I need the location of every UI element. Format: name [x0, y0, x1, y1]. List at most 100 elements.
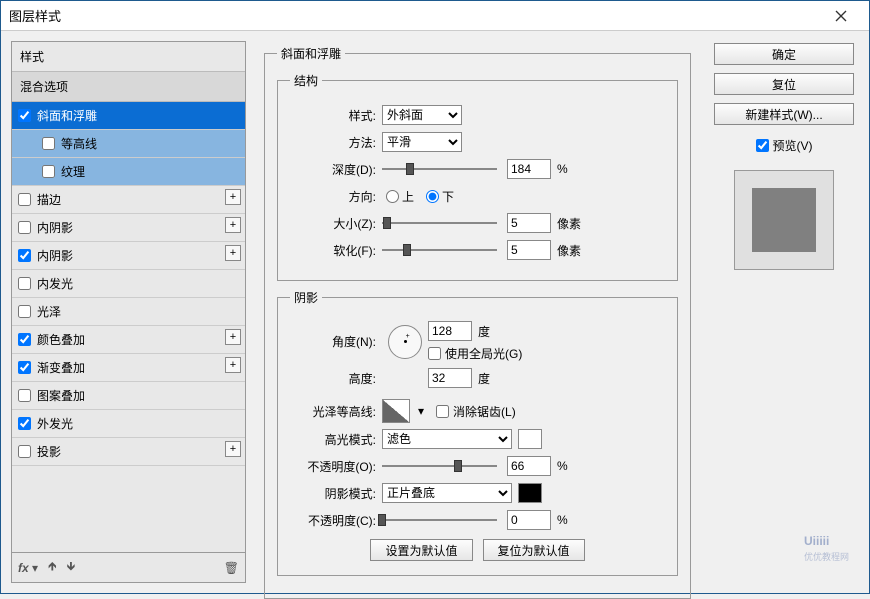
add-effect-button[interactable]: +: [225, 441, 241, 457]
opacity2-label: 不透明度(C):: [290, 512, 382, 529]
style-item-label: 渐变叠加: [37, 359, 85, 376]
anti-alias-checkbox[interactable]: 消除锯齿(L): [436, 403, 516, 420]
add-effect-button[interactable]: +: [225, 245, 241, 261]
style-checkbox[interactable]: [18, 305, 31, 318]
style-item-6[interactable]: 内发光: [12, 270, 245, 298]
down-arrow-icon[interactable]: 🡻: [67, 557, 76, 578]
altitude-unit: 度: [478, 370, 490, 387]
shading-group: 阴影 角度(N): + 度 使用全局光(G) 高度:: [277, 289, 678, 576]
style-item-8[interactable]: 颜色叠加 +: [12, 326, 245, 354]
style-item-label: 描边: [37, 191, 61, 208]
style-item-label: 外发光: [37, 415, 73, 432]
close-button[interactable]: [821, 1, 861, 31]
style-item-4[interactable]: 内阴影+: [12, 214, 245, 242]
style-item-label: 颜色叠加: [37, 331, 85, 348]
opacity1-slider[interactable]: [382, 457, 497, 475]
style-item-2[interactable]: 纹理: [12, 158, 245, 186]
depth-input[interactable]: [507, 159, 551, 179]
up-arrow-icon[interactable]: 🡹: [48, 557, 57, 578]
opacity2-unit: %: [557, 513, 568, 527]
preview-box: [734, 170, 834, 270]
shadow-mode-label: 阴影模式:: [290, 485, 382, 502]
style-item-3[interactable]: 描边 +: [12, 186, 245, 214]
direction-up-radio[interactable]: 上: [386, 188, 414, 205]
shading-legend: 阴影: [290, 289, 322, 306]
ok-button[interactable]: 确定: [714, 43, 854, 65]
highlight-color-swatch[interactable]: [518, 429, 542, 449]
soften-label: 软化(F):: [290, 242, 382, 259]
new-style-button[interactable]: 新建样式(W)...: [714, 103, 854, 125]
trash-icon[interactable]: 🗑: [224, 561, 239, 575]
gloss-contour-picker[interactable]: [382, 399, 410, 423]
angle-unit: 度: [478, 323, 490, 340]
opacity1-unit: %: [557, 459, 568, 473]
blend-options-header[interactable]: 混合选项: [12, 72, 245, 102]
style-checkbox[interactable]: [18, 417, 31, 430]
style-item-label: 内阴影: [37, 247, 73, 264]
opacity1-input[interactable]: [507, 456, 551, 476]
style-checkbox[interactable]: [42, 165, 55, 178]
style-item-12[interactable]: 投影+: [12, 438, 245, 466]
opacity1-label: 不透明度(O):: [290, 458, 382, 475]
styles-panel: 样式 混合选项 斜面和浮雕等高线纹理描边+内阴影+内阴影+内发光光泽颜色叠加+渐…: [11, 41, 246, 583]
shadow-color-swatch[interactable]: [518, 483, 542, 503]
size-input[interactable]: [507, 213, 551, 233]
add-effect-button[interactable]: +: [225, 217, 241, 233]
size-unit: 像素: [557, 215, 581, 232]
cancel-button[interactable]: 复位: [714, 73, 854, 95]
style-label: 样式:: [290, 107, 382, 124]
altitude-label: 高度:: [290, 370, 382, 387]
close-icon: [835, 10, 847, 22]
preview-checkbox[interactable]: 预览(V): [756, 137, 813, 154]
make-default-button[interactable]: 设置为默认值: [370, 539, 472, 561]
add-effect-button[interactable]: +: [225, 357, 241, 373]
size-slider[interactable]: [382, 214, 497, 232]
style-item-10[interactable]: 图案叠加: [12, 382, 245, 410]
style-checkbox[interactable]: [18, 333, 31, 346]
fx-menu-icon[interactable]: fx ▾: [18, 561, 38, 575]
add-effect-button[interactable]: +: [225, 329, 241, 345]
style-checkbox[interactable]: [18, 445, 31, 458]
style-item-7[interactable]: 光泽: [12, 298, 245, 326]
style-checkbox[interactable]: [18, 249, 31, 262]
style-item-11[interactable]: 外发光: [12, 410, 245, 438]
depth-slider[interactable]: [382, 160, 497, 178]
style-checkbox[interactable]: [18, 193, 31, 206]
style-item-9[interactable]: 渐变叠加 +: [12, 354, 245, 382]
reset-default-button[interactable]: 复位为默认值: [483, 539, 585, 561]
style-checkbox[interactable]: [18, 361, 31, 374]
opacity2-input[interactable]: [507, 510, 551, 530]
gloss-dropdown-icon[interactable]: ▾: [418, 404, 424, 418]
soften-input[interactable]: [507, 240, 551, 260]
direction-down-radio[interactable]: 下: [426, 188, 454, 205]
style-checkbox[interactable]: [18, 389, 31, 402]
size-label: 大小(Z):: [290, 215, 382, 232]
global-light-checkbox[interactable]: 使用全局光(G): [428, 345, 522, 362]
technique-select[interactable]: 平滑: [382, 132, 462, 152]
style-item-0[interactable]: 斜面和浮雕: [12, 102, 245, 130]
gloss-contour-label: 光泽等高线:: [290, 403, 382, 420]
highlight-mode-select[interactable]: 滤色: [382, 429, 512, 449]
style-item-5[interactable]: 内阴影 +: [12, 242, 245, 270]
structure-group: 结构 样式: 外斜面 方法: 平滑 深度(D): %: [277, 72, 678, 281]
style-item-label: 光泽: [37, 303, 61, 320]
add-effect-button[interactable]: +: [225, 189, 241, 205]
bevel-group: 斜面和浮雕 结构 样式: 外斜面 方法: 平滑 深度(D):: [264, 45, 691, 599]
shadow-mode-select[interactable]: 正片叠底: [382, 483, 512, 503]
soften-slider[interactable]: [382, 241, 497, 259]
style-checkbox[interactable]: [42, 137, 55, 150]
angle-dial[interactable]: +: [388, 325, 422, 359]
altitude-input[interactable]: [428, 368, 472, 388]
soften-unit: 像素: [557, 242, 581, 259]
angle-input[interactable]: [428, 321, 472, 341]
opacity2-slider[interactable]: [382, 511, 497, 529]
style-checkbox[interactable]: [18, 221, 31, 234]
style-checkbox[interactable]: [18, 109, 31, 122]
style-checkbox[interactable]: [18, 277, 31, 290]
structure-legend: 结构: [290, 72, 322, 89]
window-title: 图层样式: [9, 6, 821, 25]
style-select[interactable]: 外斜面: [382, 105, 462, 125]
direction-label: 方向:: [290, 188, 382, 205]
style-item-1[interactable]: 等高线: [12, 130, 245, 158]
styles-header[interactable]: 样式: [12, 42, 245, 72]
